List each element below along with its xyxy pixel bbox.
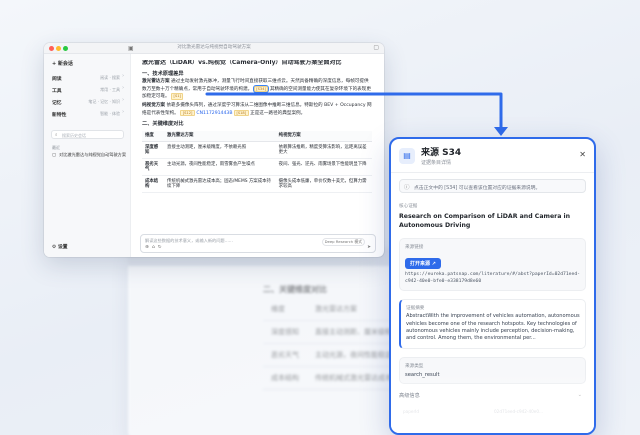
advanced-key: paperId <box>403 409 420 414</box>
panel-subtitle: 证据条目详情 <box>421 160 452 166</box>
abstract-card: 证据摘要 AbstractWith the improvement of veh… <box>399 299 586 349</box>
source-link-label: 来源链接 <box>405 245 424 250</box>
evidence-title: Research on Comparison of LiDAR and Came… <box>399 213 571 229</box>
advanced-info-toggle[interactable]: 高级信息 ⌄ <box>399 392 586 399</box>
advanced-value: 02d71eed-c942-40e0... <box>494 409 544 414</box>
source-detail-panel: ▤ 来源 S34 证据条目详情 ✕ ⓘ 点击正文中的 [S34] 可以查看该位置… <box>389 137 596 435</box>
source-type-value: search_result <box>405 371 440 378</box>
open-source-button[interactable]: 打开来源 ↗ <box>405 258 441 269</box>
source-url[interactable]: https://eureka.patsnap.com/literature/#/… <box>405 272 580 285</box>
panel-title: 来源 S34 <box>421 148 462 158</box>
source-type-label: 来源类型 <box>405 363 424 369</box>
connector-arrowhead <box>494 127 508 136</box>
panel-body: ⓘ 点击正文中的 [S34] 可以查看该位置对应的证据来源说明。 核心证据 Re… <box>399 179 586 433</box>
hint-text: 点击正文中的 [S34] 可以查看该位置对应的证据来源说明。 <box>414 186 541 191</box>
panel-header: ▤ 来源 S34 证据条目详情 ✕ <box>391 139 594 173</box>
advanced-info-label: 高级信息 <box>399 392 420 399</box>
close-icon[interactable]: ✕ <box>579 150 586 159</box>
document-icon: ▤ <box>399 148 415 164</box>
advanced-info-row: paperId 02d71eed-c942-40e0... <box>399 403 586 423</box>
connector-line <box>205 92 503 130</box>
hint-note: ⓘ 点击正文中的 [S34] 可以查看该位置对应的证据来源说明。 <box>399 179 586 193</box>
source-type-card: 来源类型 search_result <box>399 356 586 384</box>
source-link-card: 来源链接 打开来源 ↗ https://eureka.patsnap.com/l… <box>399 238 586 292</box>
abstract-text: AbstractWith the improvement of vehicles… <box>406 313 580 342</box>
chevron-down-icon: ⌄ <box>577 391 582 398</box>
info-icon: ⓘ <box>404 185 410 191</box>
abstract-label: 证据摘要 <box>406 306 425 312</box>
core-evidence-label: 核心证据 <box>399 204 418 209</box>
